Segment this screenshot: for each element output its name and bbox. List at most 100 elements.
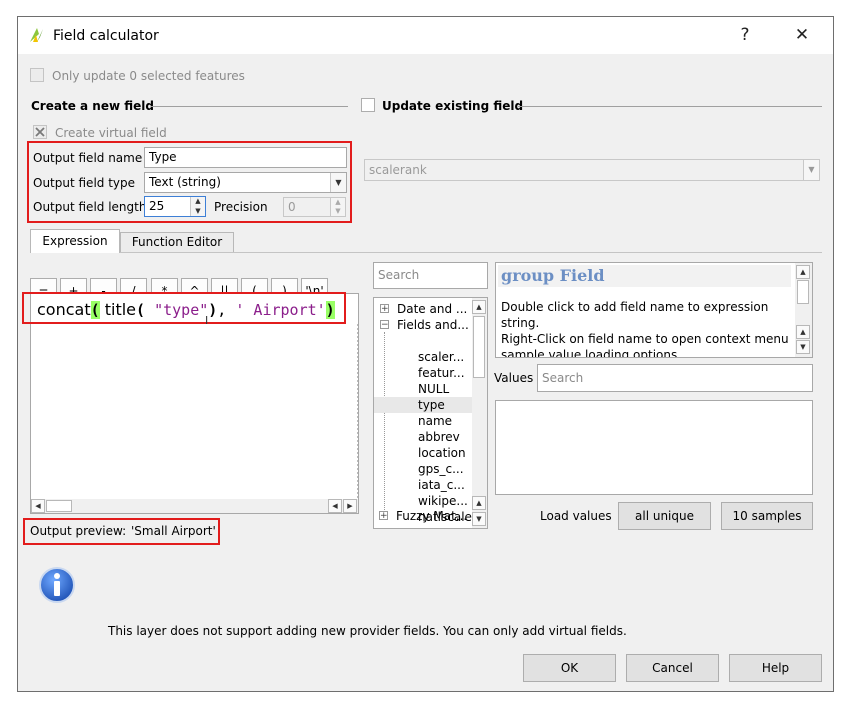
ok-button[interactable]: OK — [523, 654, 616, 682]
output-length-label: Output field length — [33, 200, 147, 214]
chevron-down-icon: ▼ — [803, 160, 819, 180]
cancel-button[interactable]: Cancel — [626, 654, 719, 682]
expr-bracket-open2: ( — [136, 301, 155, 319]
scroll-right-icon[interactable]: ▶ — [343, 499, 357, 513]
expr-bracket-open: ( — [90, 301, 100, 319]
text-cursor-icon: I — [205, 314, 209, 327]
ten-samples-button[interactable]: 10 samples — [721, 502, 813, 530]
help-title-button[interactable]: ? — [725, 21, 765, 49]
expression-editor[interactable] — [30, 293, 359, 514]
expr-comma: , — [217, 301, 227, 319]
all-unique-button[interactable]: all unique — [618, 502, 711, 530]
expand-plus-icon[interactable]: + — [379, 511, 388, 521]
help-vertical-scrollbar[interactable]: ▲ ▲ ▼ — [795, 263, 812, 357]
field-calculator-dialog: Field calculator ? ✕ Only update 0 selec… — [17, 16, 834, 692]
info-message: This layer does not support adding new p… — [108, 624, 627, 638]
editor-horizontal-scrollbar[interactable]: ◀ ◀ ▶ — [31, 499, 358, 513]
tree-group-fields[interactable]: − Fields and... — [380, 317, 470, 333]
help-text-1: Double click to add field name to expres… — [501, 300, 769, 330]
expression-text[interactable]: concat( title( "type"), ' Airport') — [37, 299, 335, 321]
tabs-baseline — [30, 252, 822, 253]
tree-field-item[interactable]: name — [418, 414, 452, 428]
tree-group-date[interactable]: + Date and ... — [380, 301, 470, 317]
tree-group-label: Fields and... — [397, 318, 469, 332]
only-update-checkbox[interactable] — [30, 68, 44, 82]
spin-up-icon[interactable]: ▲ — [330, 198, 345, 207]
output-preview-value: 'Small Airport' — [131, 524, 216, 538]
output-type-label: Output field type — [33, 176, 136, 190]
scroll-thumb[interactable] — [46, 500, 72, 512]
update-existing-divider — [518, 106, 822, 107]
scroll-up-icon[interactable]: ▲ — [796, 325, 810, 339]
output-type-value: Text (string) — [149, 175, 221, 189]
only-update-label: Only update 0 selected features — [52, 69, 245, 83]
expr-string: ' Airport' — [226, 301, 326, 319]
virtual-field-checkbox[interactable] — [33, 125, 47, 139]
output-length-spinbox[interactable]: 25 ▲ ▼ — [144, 196, 206, 217]
output-length-value: 25 — [149, 199, 165, 213]
editor-vertical-divider — [357, 324, 358, 504]
close-button[interactable]: ✕ — [782, 21, 822, 49]
output-preview-label: Output preview: — [30, 524, 127, 538]
precision-spinbox[interactable]: 0 ▲ ▼ — [283, 197, 346, 217]
update-existing-checkbox[interactable] — [361, 98, 375, 112]
spin-up-icon[interactable]: ▲ — [190, 197, 205, 206]
function-search-input[interactable]: Search — [373, 262, 488, 289]
tree-group-label: Fuzzy Mat... — [396, 509, 468, 523]
scroll-thumb[interactable] — [473, 316, 485, 378]
scroll-up-icon[interactable]: ▲ — [472, 300, 486, 314]
create-new-field-title: Create a new field — [31, 99, 154, 113]
scroll-left-icon[interactable]: ◀ — [328, 499, 342, 513]
tree-field-item[interactable]: location — [418, 446, 466, 460]
expand-plus-icon[interactable]: + — [380, 304, 389, 314]
tree-field-item[interactable]: iata_c... — [418, 478, 465, 492]
help-title: group Field — [501, 266, 605, 285]
expr-bracket-close: ) — [208, 301, 218, 319]
expr-function: concat — [37, 300, 91, 319]
window-title: Field calculator — [53, 28, 159, 44]
tree-vertical-scrollbar[interactable]: ▲ ▲ ▼ — [472, 298, 487, 528]
tab-function-editor[interactable]: Function Editor — [120, 232, 234, 252]
create-new-field-divider — [151, 106, 348, 107]
output-type-select[interactable]: Text (string) ▼ — [144, 172, 347, 193]
tree-group-label: Date and ... — [397, 302, 468, 316]
tree-field-item[interactable]: NULL — [418, 382, 449, 396]
scroll-up-icon[interactable]: ▲ — [796, 265, 810, 279]
info-icon — [37, 565, 77, 605]
existing-field-value: scalerank — [369, 163, 427, 177]
scroll-up-icon[interactable]: ▲ — [472, 496, 486, 510]
tree-field-item[interactable]: featur... — [418, 366, 465, 380]
scroll-left-icon[interactable]: ◀ — [31, 499, 45, 513]
function-tree[interactable]: + Date and ... − Fields and... scaler...… — [373, 297, 488, 529]
values-search-input[interactable]: Search — [537, 364, 813, 392]
spin-down-icon[interactable]: ▼ — [190, 206, 205, 216]
qgis-logo-icon — [27, 25, 47, 45]
collapse-minus-icon[interactable]: − — [380, 320, 389, 330]
tree-field-item[interactable]: abbrev — [418, 430, 460, 444]
expr-bracket-final: ) — [325, 301, 335, 319]
tree-guide-line — [384, 332, 385, 516]
values-search-placeholder: Search — [542, 371, 584, 385]
tree-field-item[interactable]: scaler... — [418, 350, 464, 364]
scroll-down-icon[interactable]: ▼ — [472, 512, 486, 526]
spin-down-icon[interactable]: ▼ — [330, 207, 345, 216]
function-search-placeholder: Search — [378, 268, 420, 282]
existing-field-select[interactable]: scalerank ▼ — [364, 159, 820, 181]
scroll-down-icon[interactable]: ▼ — [796, 340, 810, 354]
help-panel: group Field Double click to add field na… — [495, 262, 813, 358]
update-existing-title: Update existing field — [382, 99, 524, 113]
values-list[interactable] — [495, 400, 813, 495]
precision-value: 0 — [288, 200, 296, 214]
tree-field-item-selected[interactable]: type — [418, 398, 445, 412]
precision-label: Precision — [214, 200, 268, 214]
output-name-input[interactable]: Type — [144, 147, 347, 168]
help-text-2: Right-Click on field name to open contex… — [501, 332, 789, 358]
tree-field-item[interactable]: gps_c... — [418, 462, 464, 476]
tree-field-item[interactable]: wikipe... — [418, 494, 468, 508]
virtual-field-label: Create virtual field — [55, 126, 167, 140]
tree-group-fuzzy[interactable]: + Fuzzy Mat... — [379, 508, 469, 524]
help-button[interactable]: Help — [729, 654, 822, 682]
scroll-thumb[interactable] — [797, 280, 809, 304]
tab-expression[interactable]: Expression — [30, 229, 120, 253]
expr-field-name: "type" — [154, 301, 209, 319]
